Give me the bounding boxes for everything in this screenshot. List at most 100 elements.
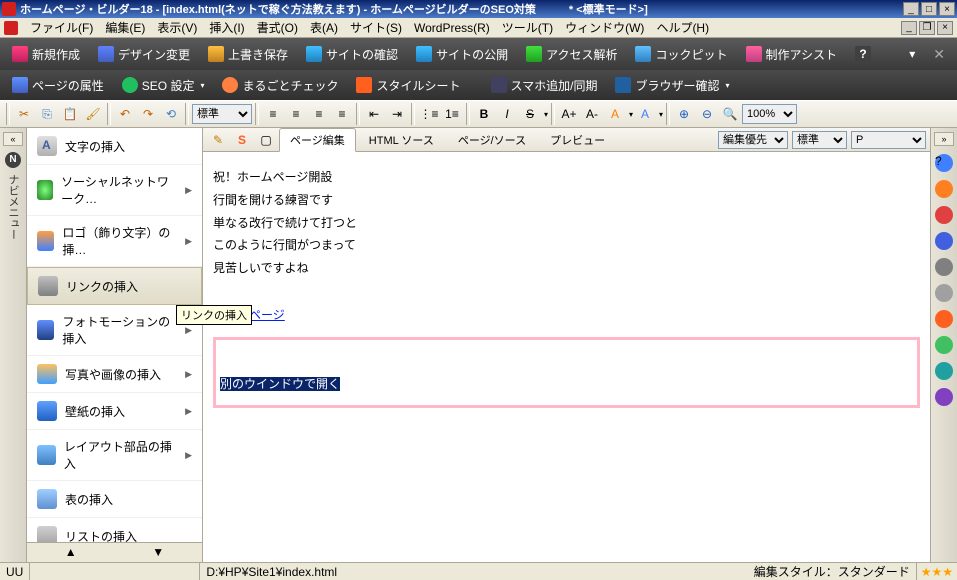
font-decrease-button[interactable]: A- [581,103,603,125]
menu-edit[interactable]: 編集(E) [99,17,151,38]
history-button[interactable]: ⟲ [160,103,182,125]
element-select[interactable]: P [851,131,926,149]
paste-button[interactable]: 📋 [59,103,81,125]
standard-select[interactable]: 標準 [792,131,847,149]
copy-button[interactable]: ⎘ [36,103,58,125]
sidebar-item-social[interactable]: ソーシャルネットワーク…▶ [27,165,202,216]
minimize-button[interactable]: _ [903,2,919,16]
format-paint-button[interactable]: 🖌 [82,103,104,125]
strike-button[interactable]: S [519,103,541,125]
outdent-button[interactable]: ⇤ [363,103,385,125]
tab-preview[interactable]: プレビュー [539,128,616,152]
menu-format[interactable]: 書式(O) [251,17,304,38]
sidebar-down-button[interactable]: ▼ [115,543,203,562]
menu-window[interactable]: ウィンドウ(W) [559,17,650,38]
zoom-out-button[interactable]: ⊖ [696,103,718,125]
site-check-button[interactable]: サイトの確認 [298,43,406,66]
cockpit-button[interactable]: コックピット [627,43,735,66]
rp-blue-icon[interactable] [935,232,953,250]
seo-button[interactable]: SEO 設定▾ [114,74,213,97]
s-icon[interactable]: S [231,129,253,151]
new-icon [12,46,28,62]
menu-site[interactable]: サイト(S) [344,17,408,38]
rp-orange-icon[interactable] [935,180,953,198]
status-stars: ★★★ [917,565,957,579]
menu-help[interactable]: ヘルプ(H) [650,17,715,38]
tab-page-source[interactable]: ページ/ソース [447,128,537,152]
mdi-restore-button[interactable]: ❐ [919,21,935,35]
list-ul-button[interactable]: ⋮≡ [418,103,440,125]
rp-gray2-icon[interactable] [935,284,953,302]
menu-file[interactable]: ファイル(F) [24,17,99,38]
sidebar-item-text[interactable]: 文字の挿入 [27,128,202,165]
align-justify-button[interactable]: ≡ [331,103,353,125]
edit-priority-select[interactable]: 編集優先 [718,131,788,149]
assist-button[interactable]: 制作アシスト [738,43,846,66]
rp-gray1-icon[interactable] [935,258,953,276]
browser-check-button[interactable]: ブラウザー確認▾ [607,74,737,97]
design-change-button[interactable]: デザイン変更 [90,43,198,66]
menu-view[interactable]: 表示(V) [151,17,203,38]
site-publish-button[interactable]: サイトの公開 [408,43,516,66]
zoom-fit-button[interactable]: 🔍 [719,103,741,125]
menu-insert[interactable]: 挿入(I) [203,17,250,38]
sidebar-item-image[interactable]: 写真や画像の挿入▶ [27,356,202,393]
editor-content[interactable]: 祝！ホームページ開設 行間を開ける練習です 単なる改行で続けて打つと このように… [203,152,930,562]
left-collapse-button[interactable]: « [3,132,23,146]
pencil-icon[interactable]: ✎ [207,129,229,151]
layout-icon [37,445,56,465]
cut-button[interactable]: ✂ [13,103,35,125]
rp-green-icon[interactable] [935,336,953,354]
help-button[interactable]: ? [847,43,879,65]
rp-teal-icon[interactable] [935,362,953,380]
sidebar-item-link[interactable]: リンクの挿入 [27,267,202,305]
font-increase-button[interactable]: A+ [558,103,580,125]
whole-check-button[interactable]: まるごとチェック [214,74,346,97]
redo-button[interactable]: ↷ [137,103,159,125]
page-attr-button[interactable]: ページの属性 [4,74,112,97]
mdi-close-button[interactable]: × [937,21,953,35]
menu-wordpress[interactable]: WordPress(R) [408,19,496,37]
tab-html-source[interactable]: HTML ソース [358,128,445,152]
mdi-minimize-button[interactable]: _ [901,21,917,35]
access-button[interactable]: アクセス解析 [518,43,625,66]
align-right-button[interactable]: ≡ [308,103,330,125]
rp-purple-icon[interactable] [935,388,953,406]
box-icon[interactable]: ▢ [255,129,277,151]
sidebar-item-logo[interactable]: ロゴ（飾り文字）の挿…▶ [27,216,202,267]
sidebar-item-list[interactable]: リストの挿入 [27,518,202,542]
tab-page-edit[interactable]: ページ編集 [279,128,356,152]
menu-tools[interactable]: ツール(T) [496,17,559,38]
rp-orange2-icon[interactable] [935,310,953,328]
close-button[interactable]: × [939,2,955,16]
indent-button[interactable]: ⇥ [386,103,408,125]
font-color-button[interactable]: A [604,103,626,125]
nav-icon[interactable]: N [5,152,21,168]
new-button[interactable]: 新規作成 [4,43,88,66]
italic-button[interactable]: I [496,103,518,125]
save-button[interactable]: 上書き保存 [200,43,296,66]
bold-button[interactable]: B [473,103,495,125]
menu-table[interactable]: 表(A) [304,17,344,38]
zoom-in-button[interactable]: ⊕ [673,103,695,125]
font-style-button[interactable]: A [634,103,656,125]
selection-box[interactable]: 別のウインドウで開く [213,337,920,409]
rp-red-icon[interactable] [935,206,953,224]
zoom-select[interactable]: 100% [742,104,797,124]
sidebar-item-wall[interactable]: 壁紙の挿入▶ [27,393,202,430]
toolbar-dropdown[interactable]: ▾ [901,44,923,64]
maximize-button[interactable]: □ [921,2,937,16]
stylesheet-button[interactable]: スタイルシート [348,74,468,97]
align-left-button[interactable]: ≡ [262,103,284,125]
sidebar-item-table[interactable]: 表の挿入 [27,481,202,518]
toolbar-close[interactable]: ✕ [925,43,953,66]
sidebar-item-layout[interactable]: レイアウト部品の挿入▶ [27,430,202,481]
sidebar-up-button[interactable]: ▲ [27,543,115,562]
format-select[interactable]: 標準 [192,104,252,124]
right-collapse-button[interactable]: » [934,132,954,146]
phone-sync-button[interactable]: スマホ追加/同期 [483,74,606,97]
rp-help-icon[interactable]: ? [935,154,953,172]
undo-button[interactable]: ↶ [114,103,136,125]
list-ol-button[interactable]: 1≡ [441,103,463,125]
align-center-button[interactable]: ≡ [285,103,307,125]
